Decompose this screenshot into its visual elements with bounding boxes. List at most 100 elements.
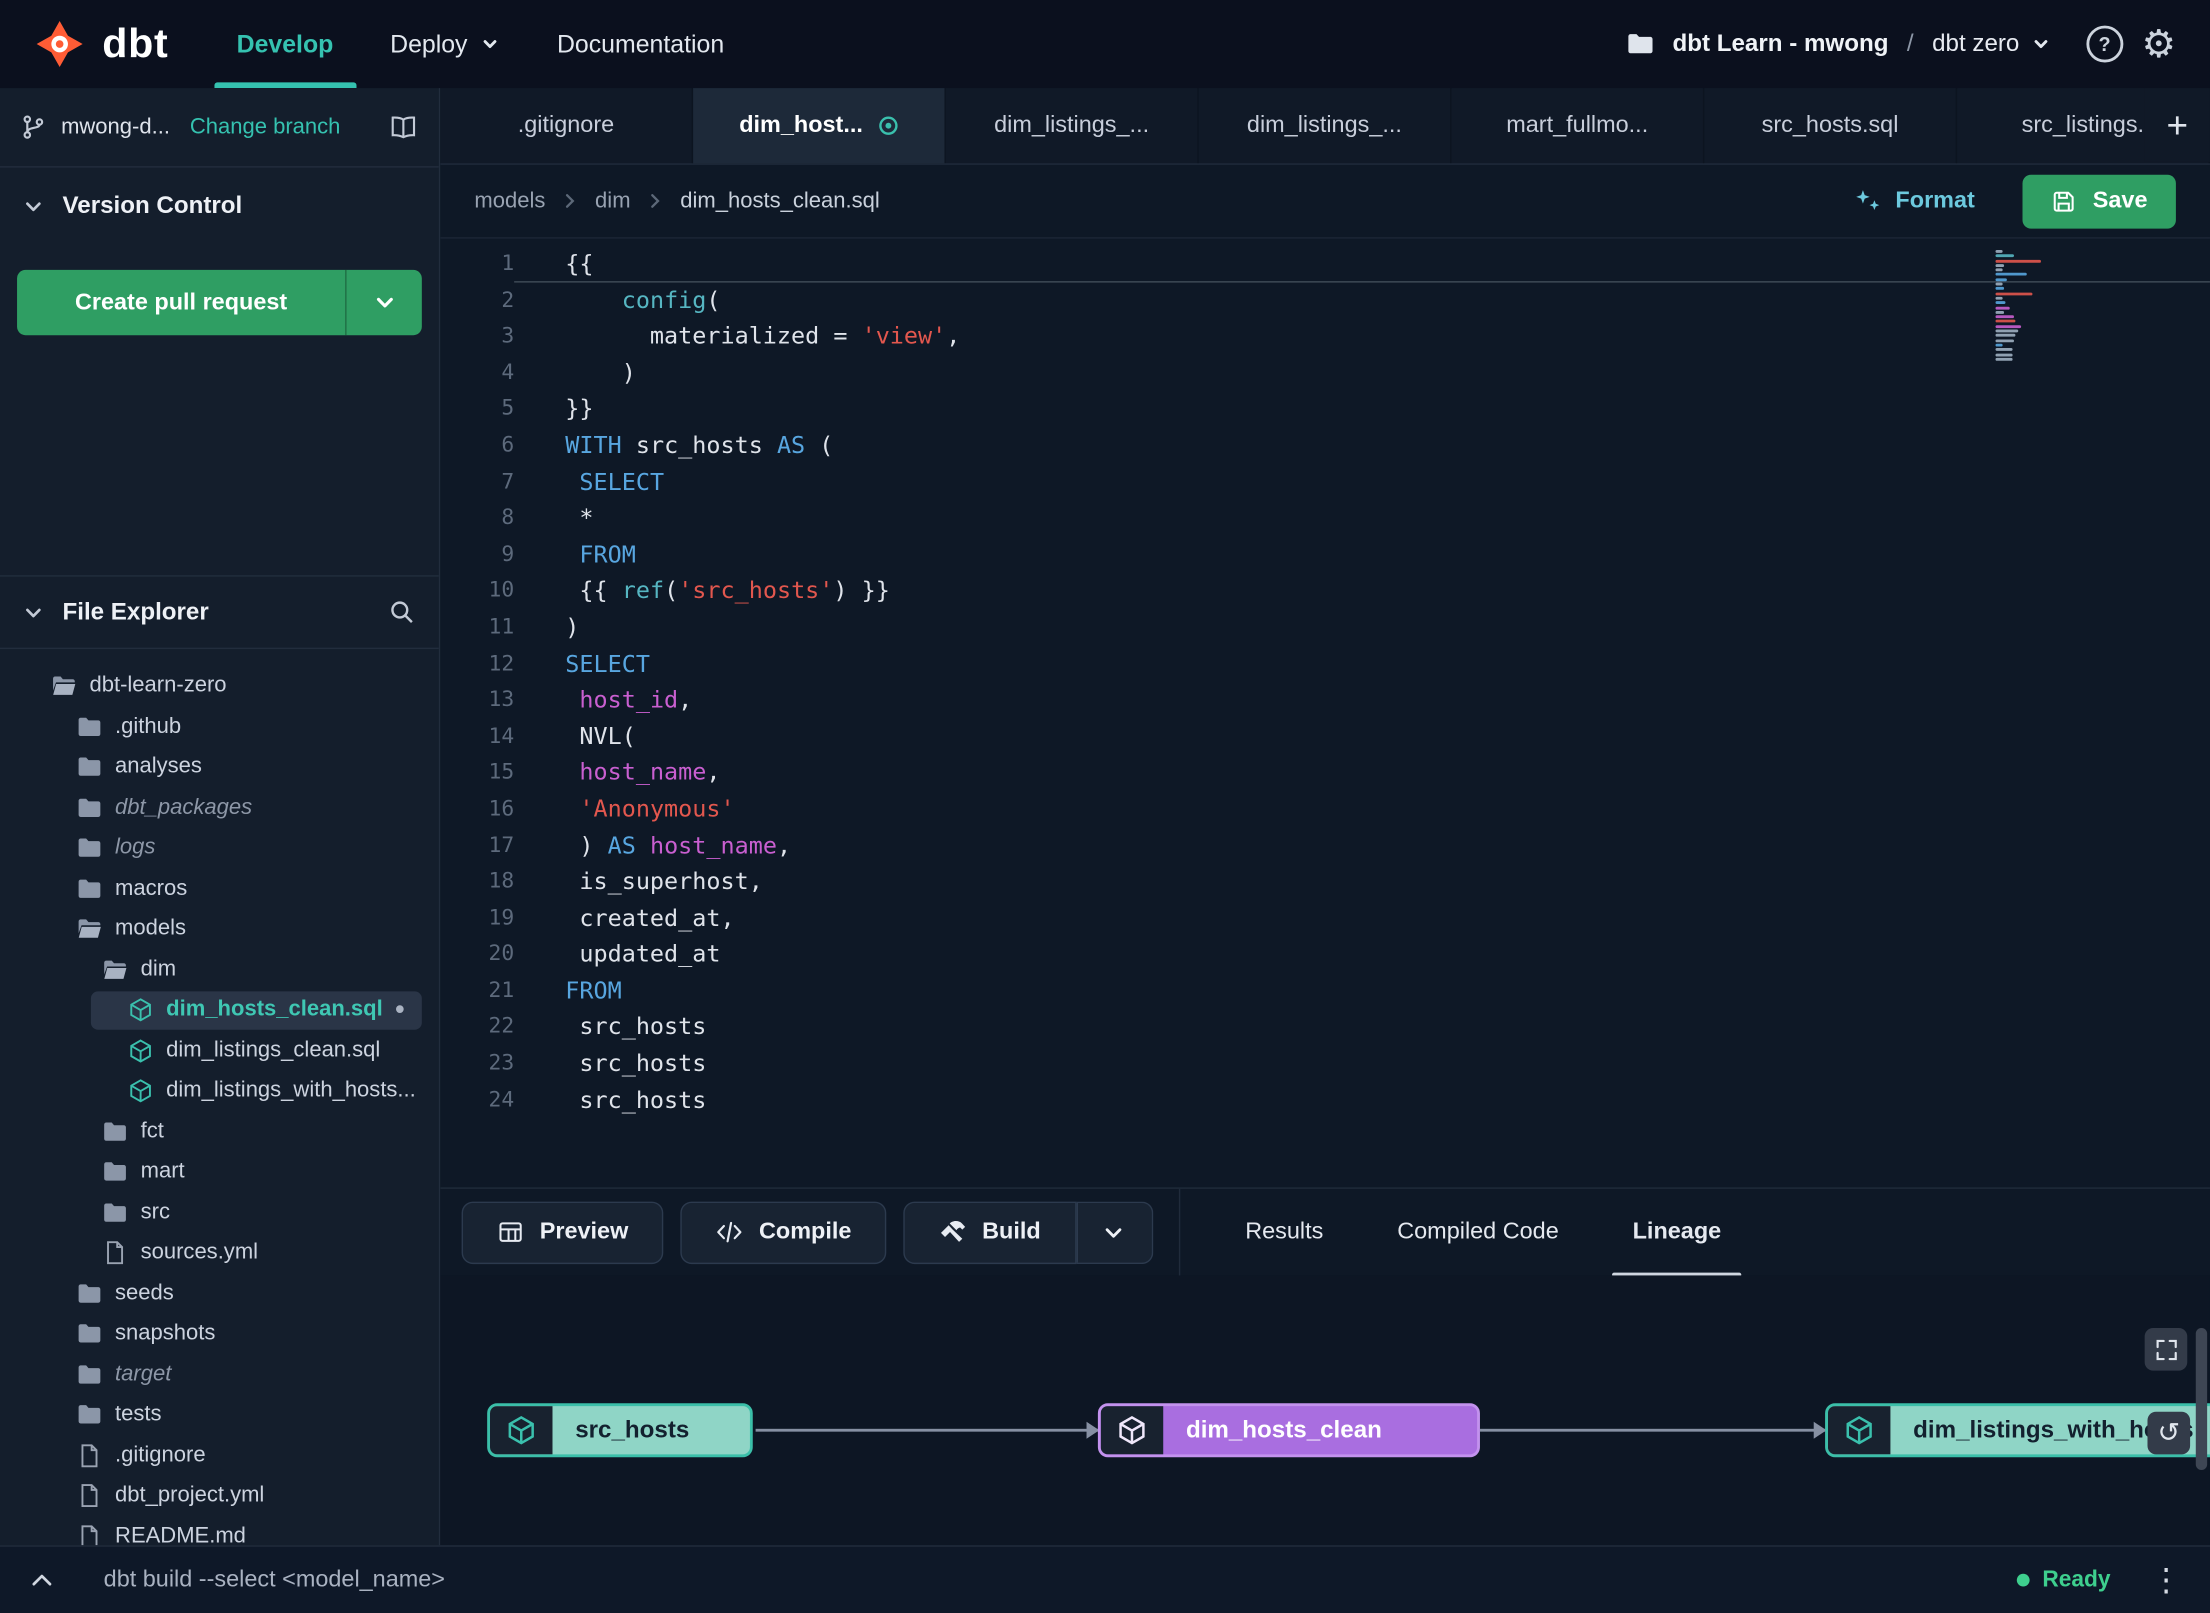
code-line[interactable]: 2 config( [440,282,2210,318]
tree-item-dim-hosts-clean-sql[interactable]: dim_hosts_clean.sql • [0,990,439,1030]
chevron-up-icon[interactable] [28,1567,55,1594]
tree-item-dim-listings-with-hosts[interactable]: dim_listings_with_hosts... [0,1071,439,1111]
nav-tab-develop[interactable]: Develop [208,0,362,89]
file-explorer-header[interactable]: File Explorer [0,575,439,650]
lineage-node-src-hosts[interactable]: src_hosts [487,1403,753,1458]
code-line[interactable]: 18 is_superhost, [440,864,2210,900]
code-line[interactable]: 24 src_hosts [440,1082,2210,1118]
tree-item-logs[interactable]: logs [0,828,439,868]
code-line[interactable]: 15 host_name, [440,755,2210,791]
project-name[interactable]: dbt Learn - mwong [1672,30,1888,58]
code-line[interactable]: 14 NVL( [440,718,2210,754]
save-button[interactable]: Save [2023,173,2176,228]
tree-item-snapshots[interactable]: snapshots [0,1314,439,1354]
minimap[interactable] [1995,249,2053,362]
tree-item-fct[interactable]: fct [0,1111,439,1151]
line-number: 20 [488,940,515,967]
code-line[interactable]: 6 WITH src_hosts AS ( [440,427,2210,463]
chevron-down-icon [373,291,396,314]
code-line[interactable]: 22 src_hosts [440,1009,2210,1045]
search-icon[interactable] [388,598,416,626]
tree-item-label: .gitignore [115,1442,206,1467]
tree-item-mart[interactable]: mart [0,1152,439,1192]
code-line[interactable]: 5}} [440,391,2210,427]
tree-item-dbt-project-yml[interactable]: dbt_project.yml [0,1476,439,1516]
code-text: ) [565,359,636,387]
gear-icon[interactable]: ⚙ [2142,24,2176,63]
code-line[interactable]: 16 'Anonymous' [440,791,2210,827]
docs-book-icon[interactable] [388,113,419,141]
git-branch-icon [20,114,47,141]
environment-selector[interactable]: dbt zero [1932,30,2051,58]
tree-item-seeds[interactable]: seeds [0,1273,439,1313]
tree-item-macros[interactable]: macros [0,869,439,909]
code-line[interactable]: 21 FROM [440,973,2210,1009]
build-options-button[interactable] [1076,1200,1153,1264]
vertical-scrollbar[interactable] [2195,1327,2208,1471]
help-icon[interactable]: ? [2086,25,2124,63]
code-line[interactable]: 7 SELECT [440,464,2210,500]
tree-item-dim-listings-clean-sql[interactable]: dim_listings_clean.sql [0,1030,439,1070]
tree-item-tests[interactable]: tests [0,1395,439,1435]
tree-item-dim[interactable]: dim [0,949,439,989]
fullscreen-button[interactable] [2144,1327,2188,1371]
history-undo-icon[interactable]: ↺ [2147,1411,2191,1455]
code-line[interactable]: 1{{ [440,246,2210,282]
command-input[interactable]: dbt build --select <model_name> [104,1567,445,1594]
kebab-menu-icon[interactable]: ⋮ [2150,1562,2181,1599]
code-line[interactable]: 12 SELECT [440,646,2210,682]
tree-item-gitignore[interactable]: .gitignore [0,1435,439,1475]
panel-tab-compiled-code[interactable]: Compiled Code [1360,1188,1595,1276]
code-line[interactable]: 4 ) [440,355,2210,391]
editor-tab-dim-host[interactable]: dim_host... [693,88,946,164]
lineage-node-dim-hosts-clean[interactable]: dim_hosts_clean [1097,1403,1480,1458]
panel-tab-results[interactable]: Results [1208,1188,1360,1276]
code-editor[interactable]: 1{{2 config(3 materialized = 'view', 4 ) 5… [440,239,2210,1188]
code-text: 'Anonymous' [579,795,735,823]
dbt-logo[interactable]: dbt [0,0,208,88]
tree-item-sources-yml[interactable]: sources.yml [0,1233,439,1273]
tree-item-src[interactable]: src [0,1192,439,1232]
preview-button[interactable]: Preview [461,1200,664,1264]
code-line[interactable]: 13 host_id, [440,682,2210,718]
code-text: src_hosts [565,1049,707,1077]
editor-tab-dim-listings[interactable]: dim_listings_... [1199,88,1452,164]
tree-item-dbt-packages[interactable]: dbt_packages [0,788,439,828]
code-line[interactable]: 19 created_at, [440,900,2210,936]
current-branch-name[interactable]: mwong-d... [61,114,170,140]
pull-request-options-button[interactable] [345,269,422,336]
create-pull-request-button[interactable]: Create pull request [17,269,422,336]
tree-item-models[interactable]: models [0,909,439,949]
code-line[interactable]: 17 ) AS host_name, [440,827,2210,863]
tree-item-github[interactable]: .github [0,707,439,747]
code-line[interactable]: 11) [440,609,2210,645]
nav-tab-documentation[interactable]: Documentation [529,0,753,88]
new-tab-button[interactable]: + [2144,88,2210,162]
nav-menu-deploy[interactable]: Deploy [362,0,529,88]
breadcrumb-item[interactable]: dim [595,188,630,214]
tree-item-target[interactable]: target [0,1354,439,1394]
tree-item-analyses[interactable]: analyses [0,747,439,787]
code-line[interactable]: 8 * [440,500,2210,536]
code-line[interactable]: 10 {{ ref('src_hosts') }} [440,573,2210,609]
tree-item-dbt-learn-zero[interactable]: dbt-learn-zero [0,666,439,706]
code-line[interactable]: 23 src_hosts [440,1045,2210,1081]
compile-button[interactable]: Compile [680,1200,887,1264]
editor-tab-dim-listings[interactable]: dim_listings_... [946,88,1199,164]
tree-item-readme-md[interactable]: README.md [0,1516,439,1546]
editor-tab-gitignore[interactable]: .gitignore [440,88,694,164]
breadcrumb-item-current[interactable]: dim_hosts_clean.sql [680,188,879,214]
editor-tab-mart-fullmo[interactable]: mart_fullmo... [1452,88,1705,164]
panel-tab-lineage[interactable]: Lineage [1596,1188,1758,1277]
lineage-canvas[interactable]: ↺ src_hosts dim_hosts_clean dim_listings_w… [440,1275,2210,1546]
code-line[interactable]: 9 FROM [440,537,2210,573]
version-control-header[interactable]: Version Control [0,168,439,245]
format-button[interactable]: Format [1851,187,1975,214]
code-line[interactable]: 3 materialized = 'view', [440,318,2210,354]
build-button[interactable]: Build [903,1200,1077,1264]
editor-tab-src-hosts-sql[interactable]: src_hosts.sql [1704,88,1958,164]
code-line[interactable]: 20 updated_at [440,936,2210,972]
action-label: Preview [539,1218,629,1245]
change-branch-link[interactable]: Change branch [190,114,341,140]
breadcrumb-item[interactable]: models [474,188,545,214]
